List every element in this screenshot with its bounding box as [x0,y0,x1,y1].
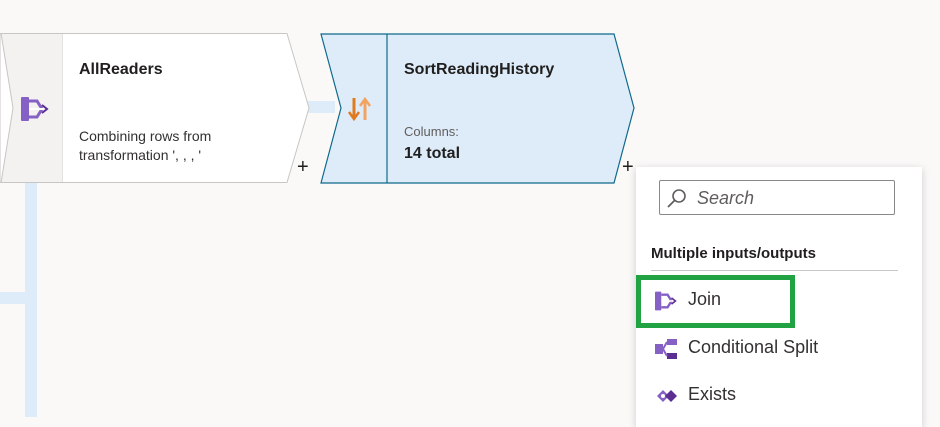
add-transformation-button[interactable]: + [297,157,309,177]
search-input[interactable] [659,180,895,215]
node-description: Combining rows from transformation ', , … [79,128,212,163]
section-title: Multiple inputs/outputs [651,245,816,262]
join-icon [21,97,49,121]
search-icon [667,189,686,208]
node-allreaders[interactable]: AllReaders Combining rows from transform… [0,0,312,190]
node-notch [0,33,14,183]
conditional-split-icon [655,339,677,359]
add-transformation-button[interactable]: + [622,157,634,177]
node-sortreadinghistory[interactable] [320,33,640,185]
menu-item-exists[interactable]: Exists [646,376,906,416]
menu-item-label: Conditional Split [688,337,819,357]
columns-value: 14 total [404,145,461,162]
node-title: SortReadingHistory [404,61,555,78]
menu-item-conditional-split[interactable]: Conditional Split [646,329,906,369]
highlight-box [636,275,795,328]
columns-label: Columns: [404,124,459,139]
menu-item-label: Exists [688,384,737,404]
node-title: AllReaders [79,61,163,78]
exists-icon [657,390,677,402]
sort-icon [347,96,372,122]
section-divider [651,270,898,271]
connector-line [0,292,30,304]
search-placeholder: Search [697,188,755,208]
